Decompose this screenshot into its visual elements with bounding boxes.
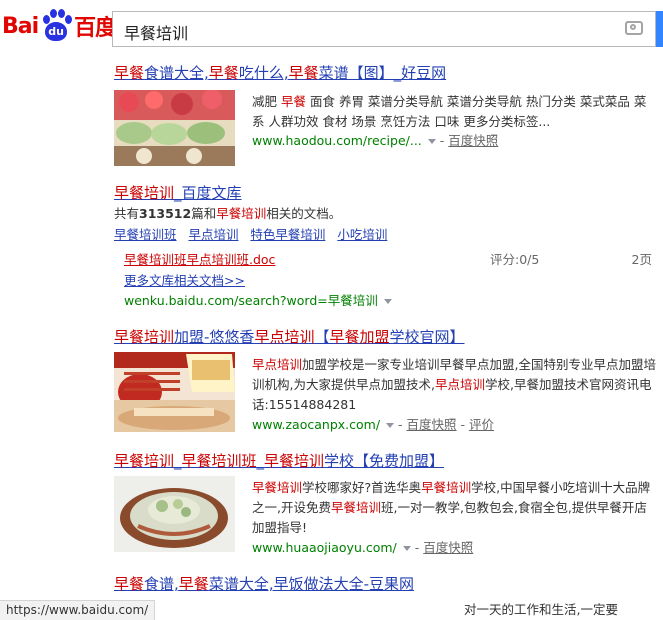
result-title-link[interactable]: 早餐培训_百度文库 — [114, 182, 242, 203]
search-result: 早餐培训_早餐培训班_早餐培训学校【免费加盟】 — [114, 450, 444, 471]
search-input[interactable]: 早餐培训 — [112, 11, 656, 47]
wenku-tags: 早餐培训班 早点培训 特色早餐培训 小吃培训 — [114, 225, 387, 245]
chevron-down-icon[interactable] — [427, 138, 436, 144]
result-url[interactable]: wenku.baidu.com/search?word=早餐培训 — [124, 293, 378, 308]
doc-score: 评分:0/5 — [490, 252, 540, 267]
tag-link[interactable]: 早餐培训班 — [114, 227, 177, 242]
baidu-logo[interactable]: Bai du 百度 — [2, 8, 117, 44]
review-link[interactable]: 评价 — [469, 417, 494, 432]
chevron-down-icon[interactable] — [402, 545, 411, 551]
more-docs-row: 更多文库相关文档>> — [124, 271, 245, 291]
result-url-line: wenku.baidu.com/search?word=早餐培训 — [124, 291, 396, 311]
result-thumbnail[interactable] — [114, 90, 235, 166]
snapshot-link[interactable]: 百度快照 — [423, 540, 473, 555]
search-result: 早餐食谱大全,早餐吃什么,早餐菜谱【图】_好豆网 — [114, 62, 446, 83]
search-query-text: 早餐培训 — [124, 24, 189, 43]
result-url-line: www.huaaojiaoyu.com/- 百度快照 — [252, 540, 474, 555]
doc-pages: 2页 — [631, 252, 652, 267]
result-thumbnail[interactable] — [114, 476, 235, 552]
search-header: Bai du 百度 早餐培训 — [0, 0, 663, 56]
result-url[interactable]: www.huaaojiaoyu.com/ — [252, 540, 397, 555]
wenku-doc-row: 早餐培训班早点培训班.doc 评分:0/5 2页 — [124, 250, 652, 270]
search-result: 早餐培训_百度文库 — [114, 182, 242, 203]
result-abstract: 对一天的工作和生活,一定要 — [464, 602, 618, 617]
doc-link[interactable]: 早餐培训班早点培训班.doc — [124, 252, 275, 267]
wenku-count: 共有313512篇和早餐培训相关的文档。 — [114, 206, 342, 221]
tag-link[interactable]: 特色早餐培训 — [250, 227, 325, 242]
result-title-link[interactable]: 早餐培训加盟-悠悠香早点培训【早餐加盟学校官网】 — [114, 326, 465, 347]
tag-link[interactable]: 小吃培训 — [337, 227, 387, 242]
result-abstract: 减肥 早餐 面食 养胃 菜谱分类导航 菜谱分类导航 热门分类 菜式菜品 菜系 人… — [252, 94, 647, 129]
result-title-link[interactable]: 早餐食谱,早餐菜谱大全,早饭做法大全-豆果网 — [114, 573, 414, 594]
tag-link[interactable]: 早点培训 — [188, 227, 238, 242]
chevron-down-icon[interactable] — [386, 422, 395, 428]
result-abstract: 早餐培训学校哪家好?首选华奥早餐培训学校,中国早餐小吃培训十大品牌之一,开设免费… — [252, 480, 651, 535]
logo-text-cn: 百度 — [74, 16, 117, 41]
chevron-down-icon[interactable] — [383, 298, 392, 304]
result-url[interactable]: www.zaocanpx.com/ — [252, 417, 380, 432]
logo-text-latin: Bai — [2, 13, 39, 39]
status-bar: https://www.baidu.com/ — [0, 600, 156, 620]
camera-icon[interactable] — [625, 21, 643, 35]
search-result: 早餐食谱,早餐菜谱大全,早饭做法大全-豆果网 — [114, 573, 414, 594]
result-url-line: www.zaocanpx.com/- 百度快照 - 评价 — [252, 417, 495, 432]
more-docs-link[interactable]: 更多文库相关文档>> — [124, 273, 245, 288]
snapshot-link[interactable]: 百度快照 — [407, 417, 457, 432]
result-url[interactable]: www.haodou.com/recipe/... — [252, 133, 422, 148]
result-title-link[interactable]: 早餐培训_早餐培训班_早餐培训学校【免费加盟】 — [114, 450, 444, 471]
result-thumbnail[interactable] — [114, 352, 235, 432]
result-title-link[interactable]: 早餐食谱大全,早餐吃什么,早餐菜谱【图】_好豆网 — [114, 62, 446, 83]
paw-icon: du — [39, 9, 73, 43]
search-button[interactable] — [656, 11, 663, 47]
snapshot-link[interactable]: 百度快照 — [448, 133, 498, 148]
search-result: 早餐培训加盟-悠悠香早点培训【早餐加盟学校官网】 — [114, 326, 465, 347]
result-abstract: 早点培训加盟学校是一家专业培训早餐早点加盟,全国特别专业早点加盟培训机构,为大家… — [252, 357, 656, 412]
result-url-line: www.haodou.com/recipe/... - 百度快照 — [252, 133, 499, 148]
